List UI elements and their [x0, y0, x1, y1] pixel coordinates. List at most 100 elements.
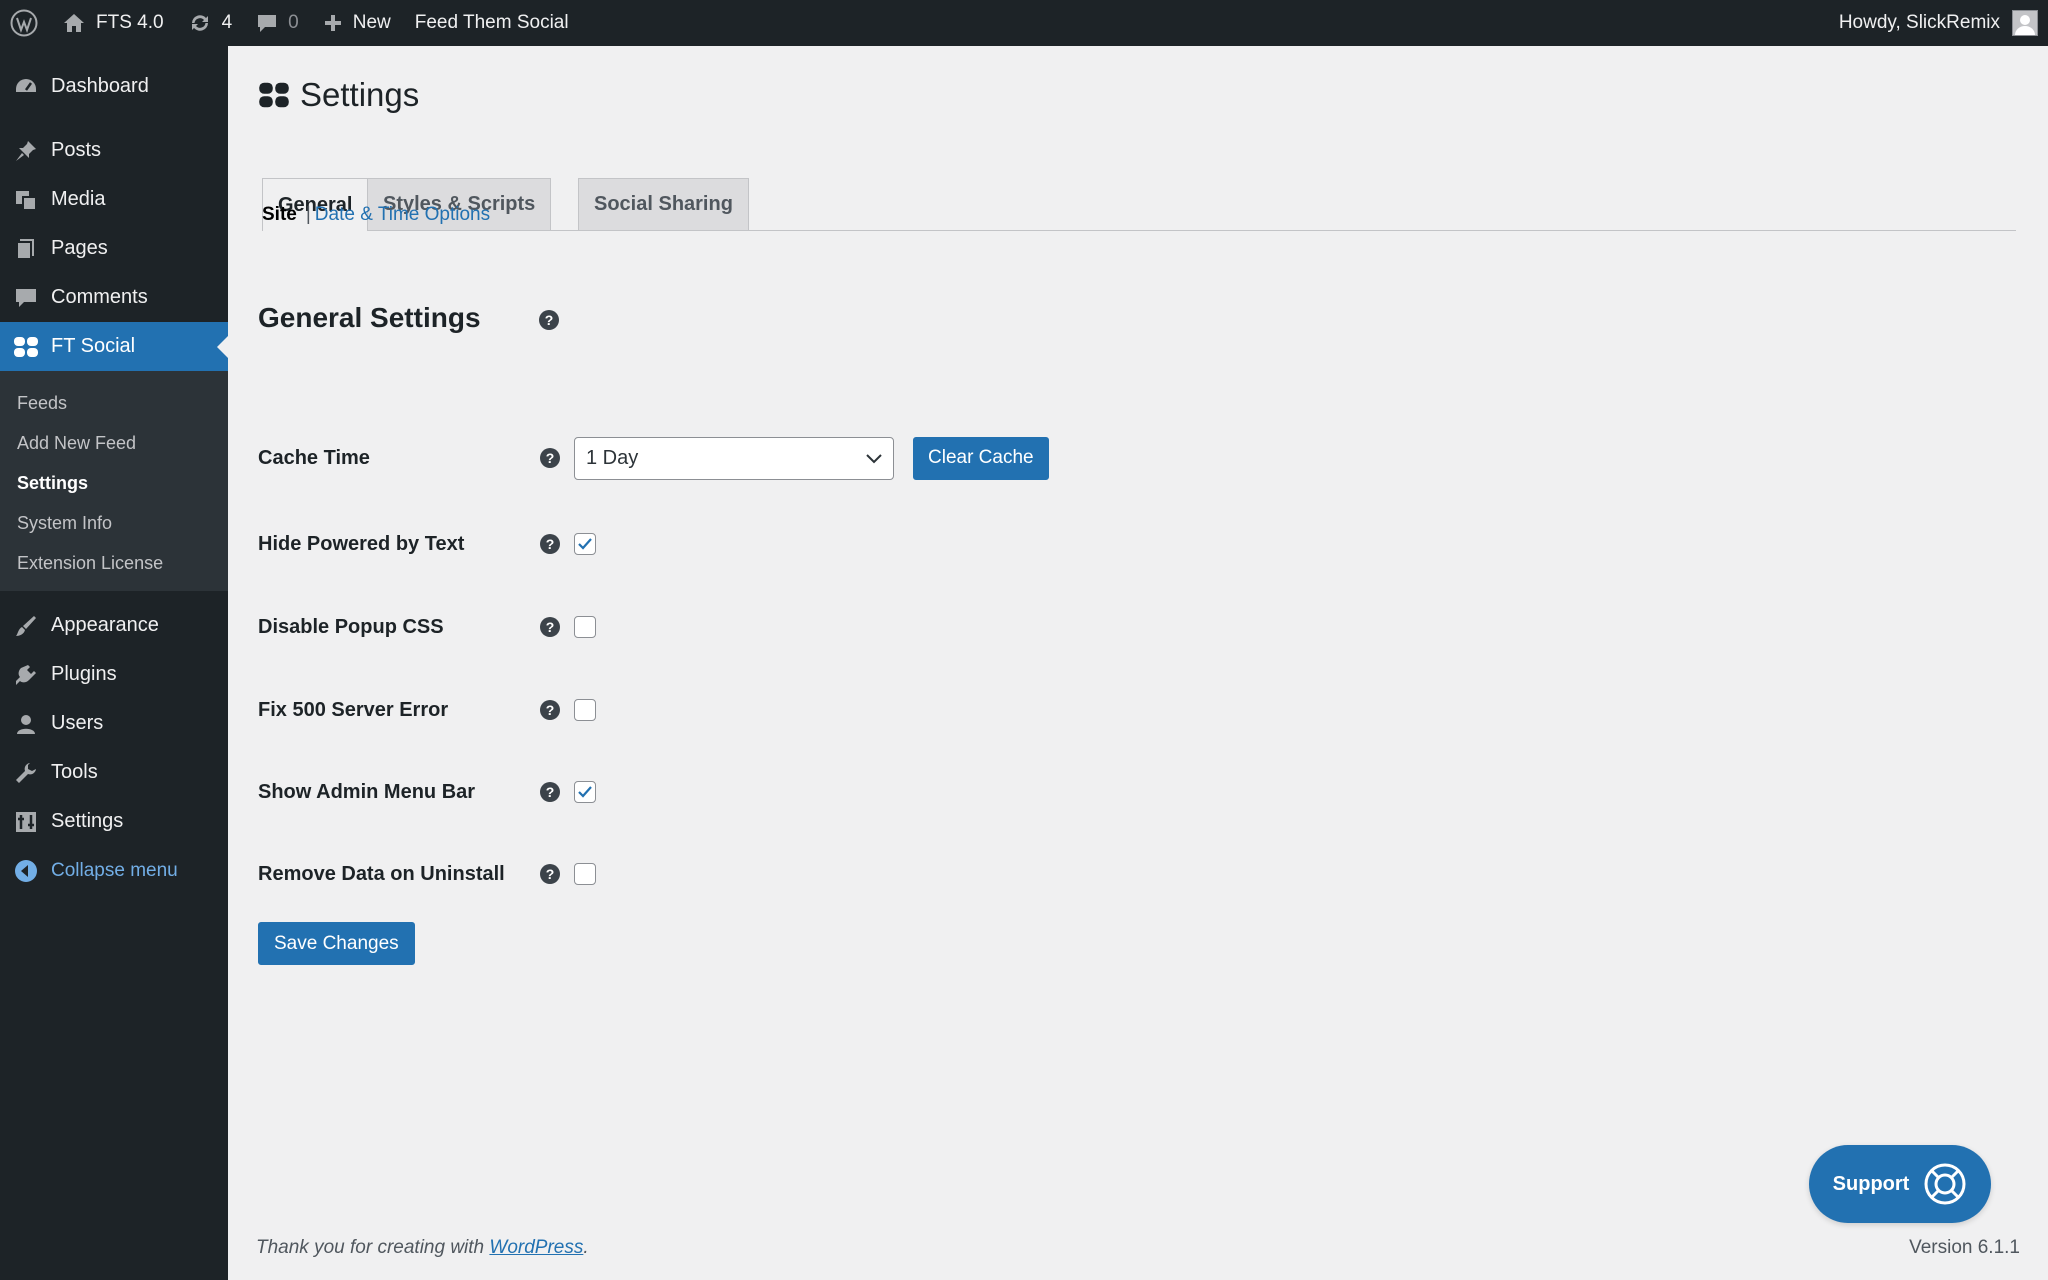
- option-label: Hide Powered by Text: [258, 532, 465, 555]
- help-icon[interactable]: ?: [540, 617, 560, 637]
- feed-them-social-link[interactable]: Feed Them Social: [403, 0, 581, 46]
- remove-data-checkbox[interactable]: [574, 863, 596, 885]
- sidebar-item-label: Pages: [51, 237, 108, 259]
- subnav-current[interactable]: Site: [262, 204, 297, 226]
- pin-icon: [12, 137, 40, 165]
- page-title-text: Settings: [300, 76, 420, 113]
- submenu-item-feeds[interactable]: Feeds: [0, 383, 228, 423]
- option-label: Disable Popup CSS: [258, 615, 444, 638]
- sidebar-item-tools[interactable]: Tools: [0, 748, 228, 797]
- sidebar-item-comments[interactable]: Comments: [0, 273, 228, 322]
- hide-powered-by-checkbox[interactable]: [574, 533, 596, 555]
- page-title: Settings: [258, 76, 419, 114]
- settings-tabs: General Styles & Scripts Social Sharing: [262, 133, 2016, 231]
- ft-social-icon: [12, 333, 40, 361]
- ft-social-submenu: Feeds Add New Feed Settings System Info …: [0, 371, 228, 591]
- submenu-item-system-info[interactable]: System Info: [0, 503, 228, 543]
- wrench-icon: [12, 759, 40, 787]
- save-changes-button[interactable]: Save Changes: [258, 922, 415, 965]
- sidebar-item-pages[interactable]: Pages: [0, 224, 228, 273]
- submenu-item-extension-license[interactable]: Extension License: [0, 543, 228, 583]
- user-icon: [12, 710, 40, 738]
- my-account-link[interactable]: Howdy, SlickRemix: [1827, 0, 2048, 46]
- help-icon[interactable]: ?: [540, 782, 560, 802]
- sub-navigation: Site | Date & Time Options: [262, 204, 490, 226]
- support-label: Support: [1832, 1172, 1910, 1195]
- sidebar-item-posts[interactable]: Posts: [0, 126, 228, 175]
- main-content: Settings General Styles & Scripts Social…: [228, 46, 2048, 1280]
- fix-500-error-checkbox[interactable]: [574, 699, 596, 721]
- plugin-icon: [12, 661, 40, 689]
- footer-thanks-suffix: .: [583, 1237, 589, 1258]
- subnav-separator: |: [305, 204, 311, 225]
- option-row: Disable Popup CSS ?: [258, 605, 596, 649]
- option-row: Show Admin Menu Bar ?: [258, 770, 596, 814]
- plus-icon: [323, 13, 343, 33]
- comment-bubble-icon: [256, 12, 278, 34]
- submenu-item-settings[interactable]: Settings: [0, 463, 228, 503]
- option-row: Remove Data on Uninstall ?: [258, 852, 596, 896]
- admin-bar: FTS 4.0 4 0 New Feed Them Social Howdy, …: [0, 0, 2048, 46]
- site-name: FTS 4.0: [96, 12, 164, 33]
- sidebar-item-label: Users: [51, 712, 104, 734]
- comments-link[interactable]: 0: [244, 0, 311, 46]
- feed-them-social-label: Feed Them Social: [414, 12, 569, 33]
- cache-time-row: Cache Time ? 1 Day Clear Cache: [258, 436, 1049, 480]
- collapse-menu-label: Collapse menu: [51, 859, 178, 881]
- wordpress-logo-icon: [10, 9, 38, 37]
- footer-thanks: Thank you for creating with WordPress.: [256, 1237, 589, 1259]
- option-row: Fix 500 Server Error ?: [258, 688, 596, 732]
- help-icon[interactable]: ?: [540, 448, 560, 468]
- cache-time-label: Cache Time: [258, 446, 370, 469]
- sidebar-item-settings[interactable]: Settings: [0, 797, 228, 846]
- sidebar-item-media[interactable]: Media: [0, 175, 228, 224]
- home-icon: [62, 12, 86, 34]
- updates-count: 4: [221, 12, 233, 33]
- new-label: New: [352, 12, 391, 33]
- sidebar-item-label: Tools: [51, 761, 98, 783]
- ft-social-logo-icon: [258, 80, 290, 110]
- submenu-item-add-new-feed[interactable]: Add New Feed: [0, 423, 228, 463]
- sidebar-item-label: Dashboard: [51, 75, 149, 97]
- help-icon[interactable]: ?: [540, 700, 560, 720]
- wordpress-link[interactable]: WordPress: [489, 1237, 583, 1258]
- show-admin-menu-bar-checkbox[interactable]: [574, 781, 596, 803]
- dashboard-icon: [12, 73, 40, 101]
- support-button[interactable]: Support: [1809, 1145, 1991, 1223]
- checkmark-icon: [578, 538, 592, 550]
- sidebar-item-appearance[interactable]: Appearance: [0, 601, 228, 650]
- sidebar-item-label: Media: [51, 188, 106, 210]
- tab-social-sharing[interactable]: Social Sharing: [578, 178, 749, 230]
- new-content-link[interactable]: New: [311, 0, 403, 46]
- collapse-menu-button[interactable]: Collapse menu: [0, 846, 228, 895]
- sidebar-item-label: Appearance: [51, 614, 159, 636]
- avatar: [2012, 10, 2038, 36]
- sidebar-item-dashboard[interactable]: Dashboard: [0, 62, 228, 111]
- media-icon: [12, 186, 40, 214]
- option-label: Fix 500 Server Error: [258, 698, 449, 721]
- option-label: Show Admin Menu Bar: [258, 780, 476, 803]
- chevron-down-icon: [866, 447, 882, 470]
- sidebar-item-ft-social[interactable]: FT Social: [0, 322, 228, 371]
- sidebar-item-plugins[interactable]: Plugins: [0, 650, 228, 699]
- help-icon[interactable]: ?: [540, 534, 560, 554]
- wordpress-logo-button[interactable]: [0, 0, 50, 46]
- sidebar-item-label: Plugins: [51, 663, 117, 685]
- updates-icon: [188, 12, 212, 34]
- help-icon[interactable]: ?: [540, 864, 560, 884]
- comments-count: 0: [288, 12, 299, 33]
- pages-icon: [12, 235, 40, 263]
- clear-cache-button[interactable]: Clear Cache: [913, 436, 1049, 480]
- brush-icon: [12, 612, 40, 640]
- help-icon[interactable]: ?: [539, 310, 559, 330]
- disable-popup-css-checkbox[interactable]: [574, 616, 596, 638]
- site-name-link[interactable]: FTS 4.0: [50, 0, 176, 46]
- updates-link[interactable]: 4: [176, 0, 245, 46]
- option-row: Hide Powered by Text ?: [258, 522, 596, 566]
- settings-icon: [12, 808, 40, 836]
- subnav-date-time-link[interactable]: Date & Time Options: [315, 204, 490, 226]
- sidebar-item-users[interactable]: Users: [0, 699, 228, 748]
- footer-thanks-text: Thank you for creating with: [256, 1237, 490, 1258]
- cache-time-select[interactable]: 1 Day: [574, 436, 894, 480]
- cache-time-value: 1 Day: [586, 446, 639, 469]
